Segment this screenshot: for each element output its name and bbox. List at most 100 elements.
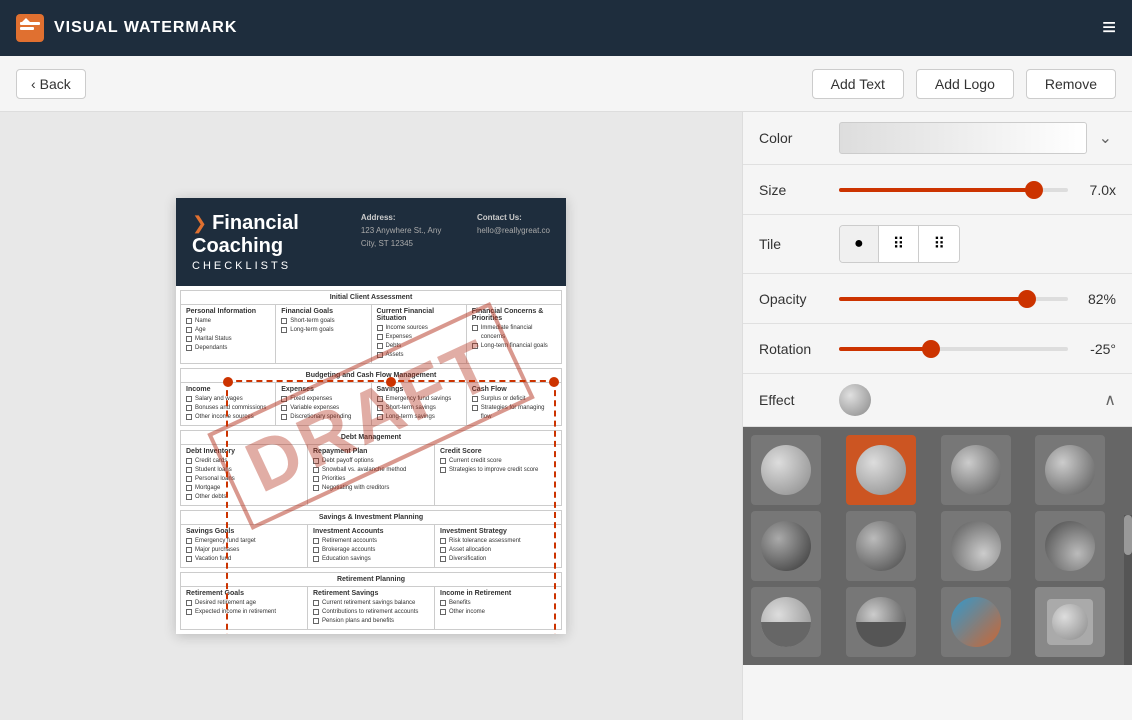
doc-checkbox xyxy=(281,396,287,402)
doc-checkbox xyxy=(313,609,319,615)
effect-item-1[interactable] xyxy=(751,435,821,505)
tile-row: Tile ● ⠿ ⠿ xyxy=(743,215,1132,274)
doc-item: Income sources xyxy=(377,324,461,333)
doc-checkbox xyxy=(313,458,319,464)
doc-header: ❯ Financial Coaching CHECKLISTS Address:… xyxy=(176,198,566,286)
doc-item: Expected income in retirement xyxy=(186,608,302,617)
doc-col-title: Repayment Plan xyxy=(313,448,429,455)
opacity-slider-track xyxy=(839,297,1068,301)
size-control xyxy=(839,180,1068,200)
canvas-area: ❯ Financial Coaching CHECKLISTS Address:… xyxy=(0,112,742,720)
doc-item-text: Salary and wages xyxy=(195,395,243,404)
tile-quad-button[interactable]: ⠿ xyxy=(879,226,920,262)
opacity-value: 82% xyxy=(1068,291,1116,307)
remove-button[interactable]: Remove xyxy=(1026,69,1116,99)
effects-scrollbar-thumb xyxy=(1124,515,1132,555)
add-text-button[interactable]: Add Text xyxy=(812,69,904,99)
effect-item-11[interactable] xyxy=(941,587,1011,657)
doc-item: Expenses xyxy=(377,333,461,342)
doc-col-title: Financial Concerns & Priorities xyxy=(472,308,556,322)
doc-section-title: Debt Management xyxy=(181,431,561,445)
doc-col: Cash FlowSurplus or deficitStrategies fo… xyxy=(467,383,561,425)
rotation-value: -25° xyxy=(1068,341,1116,357)
effect-item-2-selected[interactable] xyxy=(846,435,916,505)
doc-item-text: Surplus or deficit xyxy=(481,395,526,404)
tile-single-button[interactable]: ● xyxy=(840,226,879,262)
doc-checkbox xyxy=(186,414,192,420)
effect-item-9[interactable] xyxy=(751,587,821,657)
doc-checkbox xyxy=(440,609,446,615)
doc-col: ExpensesFixed expensesVariable expensesD… xyxy=(276,383,371,425)
doc-item-text: Age xyxy=(195,326,206,335)
doc-checkbox xyxy=(313,485,319,491)
doc-col: Investment StrategyRisk tolerance assess… xyxy=(435,525,561,567)
size-slider-thumb[interactable] xyxy=(1025,181,1043,199)
size-value: 7.0x xyxy=(1068,182,1116,198)
doc-item-text: Contributions to retirement accounts xyxy=(322,608,418,617)
hamburger-menu-icon[interactable]: ≡ xyxy=(1102,14,1116,42)
doc-col-title: Personal Information xyxy=(186,308,270,315)
effect-circle-9 xyxy=(761,597,811,647)
doc-col: Investment AccountsRetirement accountsBr… xyxy=(308,525,435,567)
effects-scrollbar[interactable] xyxy=(1124,515,1132,665)
doc-item-text: Education savings xyxy=(322,555,371,564)
add-logo-button[interactable]: Add Logo xyxy=(916,69,1014,99)
effect-item-12-inner xyxy=(1047,599,1093,645)
doc-item: Current retirement savings balance xyxy=(313,599,429,608)
effect-circle-4 xyxy=(1045,445,1095,495)
doc-checkbox xyxy=(313,618,319,624)
rotation-slider[interactable] xyxy=(839,339,1068,359)
size-slider-fill xyxy=(839,188,1034,192)
effect-item-10[interactable] xyxy=(846,587,916,657)
doc-item: Emergency fund target xyxy=(186,537,302,546)
effect-item-7[interactable] xyxy=(941,511,1011,581)
opacity-slider-thumb[interactable] xyxy=(1018,290,1036,308)
rotation-slider-thumb[interactable] xyxy=(922,340,940,358)
doc-checkbox xyxy=(313,467,319,473)
size-slider-track xyxy=(839,188,1068,192)
doc-section: Budgeting and Cash Flow ManagementIncome… xyxy=(180,368,562,426)
doc-item: Retirement accounts xyxy=(313,537,429,546)
doc-col: Retirement SavingsCurrent retirement sav… xyxy=(308,587,435,629)
doc-checkbox xyxy=(440,556,446,562)
doc-item: Dependants xyxy=(186,344,270,353)
effect-item-4[interactable] xyxy=(1035,435,1105,505)
effect-item-8[interactable] xyxy=(1035,511,1105,581)
doc-checkbox xyxy=(313,547,319,553)
doc-item: Contributions to retirement accounts xyxy=(313,608,429,617)
color-swatch[interactable] xyxy=(839,122,1087,154)
opacity-slider[interactable] xyxy=(839,289,1068,309)
doc-item: Student loans xyxy=(186,466,302,475)
doc-col: Financial Concerns & Priorities Immediate… xyxy=(467,305,561,363)
doc-item-text: Benefits xyxy=(449,599,471,608)
size-slider[interactable] xyxy=(839,180,1068,200)
color-dropdown-button[interactable]: ⌄ xyxy=(1095,128,1116,148)
effect-header[interactable]: Effect ∧ xyxy=(743,374,1132,427)
back-button[interactable]: ‹ Back xyxy=(16,69,86,99)
doc-col-title: Income in Retirement xyxy=(440,590,556,597)
doc-checkbox xyxy=(281,318,287,324)
tile-many-button[interactable]: ⠿ xyxy=(919,226,959,262)
doc-item-text: Vacation fund xyxy=(195,555,231,564)
color-label: Color xyxy=(759,130,839,146)
doc-item-text: Assets xyxy=(386,351,404,360)
doc-checkbox xyxy=(186,345,192,351)
doc-item: Long-term savings xyxy=(377,413,461,422)
effect-item-3[interactable] xyxy=(941,435,1011,505)
rotation-slider-fill xyxy=(839,347,931,351)
app-title: VISUAL WATERMARK xyxy=(54,19,237,37)
doc-checkbox xyxy=(440,547,446,553)
doc-item-text: Debts xyxy=(386,342,402,351)
doc-item: Current credit score xyxy=(440,457,556,466)
doc-item: Immediate financial concerns xyxy=(472,324,556,342)
doc-col-title: Current Financial Situation xyxy=(377,308,461,322)
opacity-control xyxy=(839,289,1068,309)
effect-item-12[interactable] xyxy=(1035,587,1105,657)
doc-col: Financial GoalsShort-term goalsLong-term… xyxy=(276,305,371,363)
doc-item-text: Short-term goals xyxy=(290,317,334,326)
effect-item-5[interactable] xyxy=(751,511,821,581)
effect-item-6[interactable] xyxy=(846,511,916,581)
doc-item-text: Other income sources xyxy=(195,413,254,422)
doc-item-text: Short-term savings xyxy=(386,404,436,413)
effect-collapse-icon: ∧ xyxy=(1104,390,1116,410)
